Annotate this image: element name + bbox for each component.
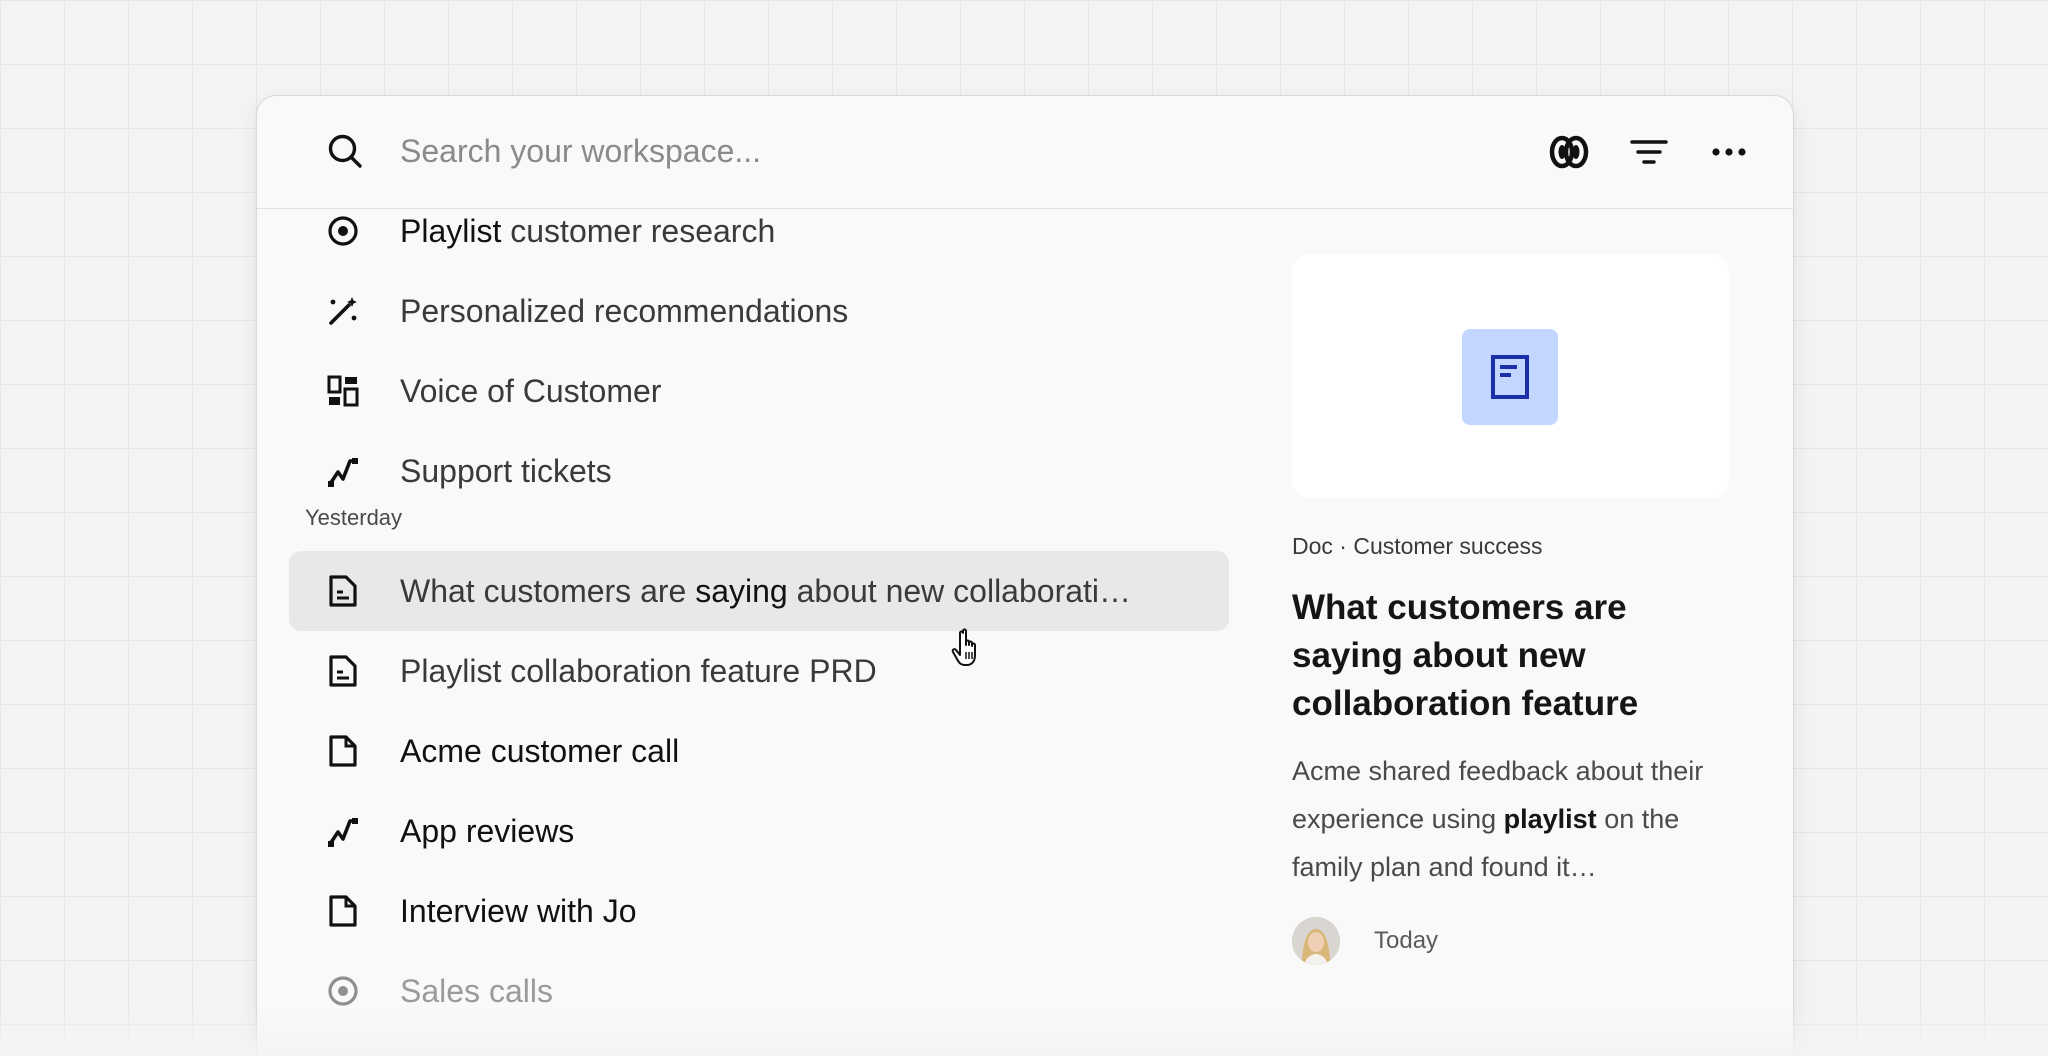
list-item[interactable]: Voice of Customer (289, 351, 1229, 431)
filter-button[interactable] (1623, 126, 1675, 178)
list-item-label: Voice of Customer (400, 373, 662, 409)
search-input[interactable] (400, 126, 1300, 176)
list-item[interactable]: Acme customer call (289, 711, 1229, 791)
trend-icon (328, 818, 358, 847)
list-item-label: App reviews (400, 813, 575, 849)
thumbnail-tile (1462, 329, 1558, 425)
list-item[interactable]: Interview with Jo (289, 871, 1229, 951)
preview-snippet: Acme shared feedback about their experie… (1292, 756, 1704, 882)
search-modal: Playlist customer research Personalized … (256, 95, 1794, 1056)
list-item-label: Interview with Jo (400, 893, 637, 929)
list-item-selected[interactable]: What customers are saying about new coll… (289, 551, 1229, 631)
preview-date: Today (1374, 927, 1439, 954)
list-item-label: What customers are saying about new coll… (400, 573, 1132, 609)
list-item[interactable]: App reviews (289, 791, 1229, 871)
list-item[interactable]: Personalized recommendations (289, 271, 1229, 351)
list-item[interactable]: Sales calls (289, 951, 1229, 1031)
more-icon (1712, 148, 1746, 156)
list-item-label: Playlist collaboration feature PRD (400, 653, 877, 689)
dashboard-icon (327, 375, 359, 407)
list-item-label: Support tickets (400, 453, 612, 489)
avatar (1292, 917, 1340, 965)
list-item-label: Playlist customer research (400, 213, 776, 249)
preview-title: What customers are saying about new coll… (1292, 588, 1639, 723)
list-item[interactable]: Playlist customer research (289, 191, 1229, 271)
doc-icon (329, 895, 357, 927)
compass-icon (328, 216, 358, 246)
more-options-button[interactable] (1703, 126, 1755, 178)
preview-thumbnail[interactable] (1292, 254, 1729, 498)
list-item[interactable]: Playlist collaboration feature PRD (289, 631, 1229, 711)
results-list: Playlist customer research Personalized … (257, 209, 1237, 1056)
preview-pane: Doc · Customer success What customers ar… (1292, 209, 1732, 1056)
document-icon (1491, 355, 1529, 399)
list-item-label: Personalized recommendations (400, 293, 849, 329)
doc-lines-icon (329, 655, 357, 687)
search-icon (328, 134, 362, 168)
list-item-label: Acme customer call (400, 733, 680, 769)
ai-assistant-button[interactable] (1543, 126, 1595, 178)
section-label: Yesterday (305, 505, 403, 530)
avatar-image (1292, 917, 1340, 965)
ai-assistant-icon (1549, 135, 1589, 169)
preview-meta: Doc · Customer success (1292, 533, 1543, 559)
doc-icon (329, 735, 357, 767)
list-item-label: Sales calls (400, 973, 553, 1009)
filter-icon (1630, 140, 1668, 164)
trend-icon (328, 458, 358, 487)
compass-icon (328, 976, 358, 1006)
magic-wand-icon (329, 297, 357, 325)
doc-lines-icon (329, 575, 357, 607)
list-item[interactable]: Support tickets (289, 431, 1229, 511)
